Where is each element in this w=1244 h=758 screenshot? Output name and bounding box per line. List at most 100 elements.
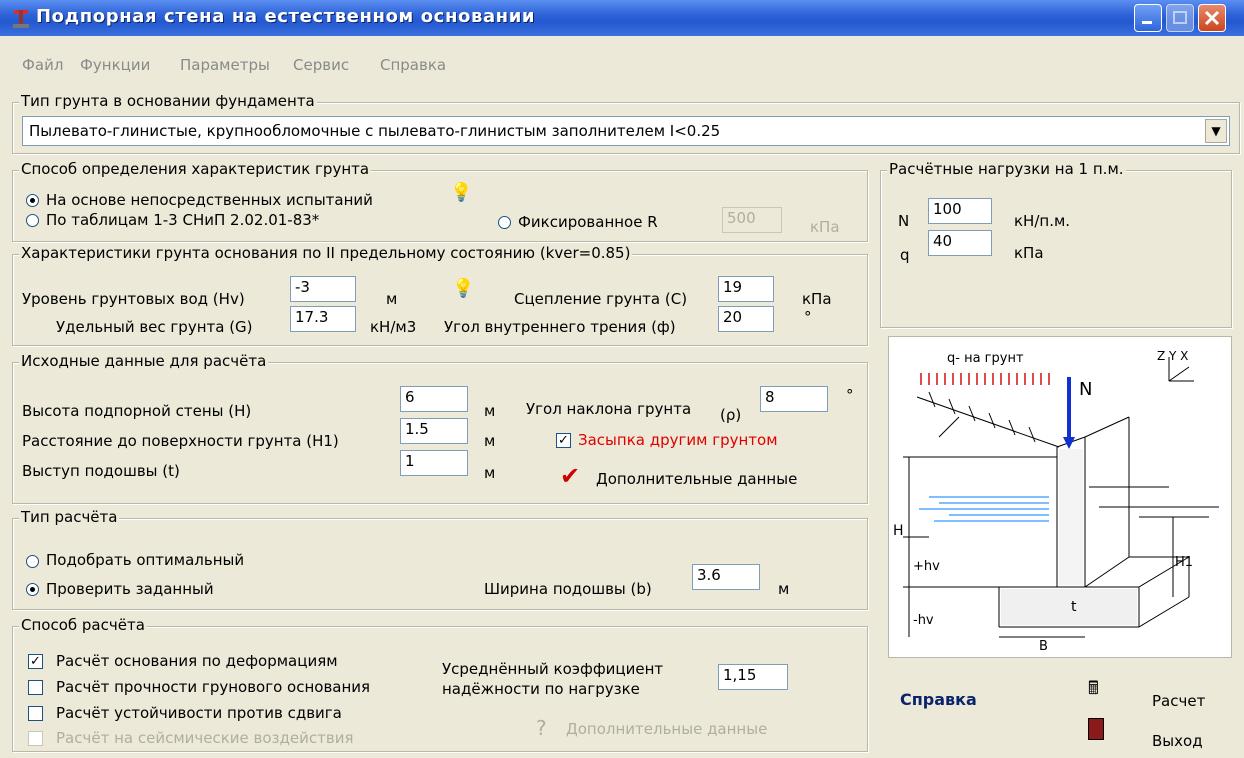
diagram-q-label: q- на грунт (947, 351, 1024, 366)
diagram-hv-plus-label: +hv (913, 559, 940, 574)
diagram-hv-minus-label: -hv (913, 613, 934, 628)
calc-method-group-label: Способ расчёта (19, 616, 147, 634)
b-unit: м (778, 580, 790, 598)
help-link[interactable]: Справка (900, 690, 977, 709)
soil-type-value: Пылевато-глинистые, крупнообломочные с п… (29, 122, 721, 140)
b-input[interactable]: 3.6 (692, 564, 760, 590)
calc-radio-check[interactable] (26, 583, 39, 596)
diagram-n-label: N (1079, 379, 1093, 400)
soil-props-group-label: Характеристики грунта основания по II пр… (19, 244, 633, 262)
loads-group-label: Расчётные нагрузки на 1 п.м. (887, 160, 1126, 178)
method-opt2-label: По таблицам 1-3 СНиП 2.02.01-83* (46, 211, 320, 229)
q-input[interactable]: 40 (928, 230, 992, 256)
checkmark-icon: ✔ (560, 462, 581, 490)
rho-label: Угол наклона грунта (526, 400, 692, 418)
rho-unit: ° (846, 386, 854, 404)
lightbulb-icon[interactable]: 💡 (450, 182, 472, 203)
c-unit: кПа (802, 290, 832, 308)
calc-opt2-label: Проверить заданный (46, 580, 214, 598)
soil-type-group-label: Тип грунта в основании фундамента (19, 92, 317, 110)
retaining-wall-diagram: q- на грунт N Z Y X H +hv -hv H1 t B (888, 336, 1232, 658)
extra-data-disabled-link: Дополнительные данные (566, 720, 768, 738)
calc-radio-optimal[interactable] (26, 555, 39, 568)
h-input[interactable]: 6 (400, 386, 468, 412)
menu-file[interactable]: Файл (22, 56, 63, 74)
hv-input[interactable]: -3 (290, 276, 356, 302)
menu-service[interactable]: Сервис (293, 56, 349, 74)
method-radio-tables[interactable] (26, 214, 39, 227)
b-label: Ширина подошвы (b) (484, 580, 652, 598)
input-data-group-label: Исходные данные для расчёта (19, 352, 269, 370)
h1-label: Расстояние до поверхности грунта (H1) (22, 432, 339, 450)
hv-label: Уровень грунтовых вод (Hv) (22, 290, 245, 308)
app-icon (10, 6, 32, 30)
deformation-checkbox[interactable]: ✓ (28, 654, 43, 669)
exit-button[interactable]: Выход (1152, 732, 1203, 750)
diagram-axes-label: Z Y X (1157, 349, 1189, 363)
g-label: Удельный вес грунта (G) (56, 318, 253, 336)
coef-label-line1: Усреднённый коэффициент (442, 660, 664, 678)
method-group-label: Способ определения характеристик грунта (19, 160, 372, 178)
backfill-checkbox[interactable]: ✓ (556, 433, 571, 448)
c-label: Сцепление грунта (C) (514, 290, 688, 308)
rho-symbol: (ρ) (720, 406, 742, 424)
h-label: Высота подпорной стены (H) (22, 402, 252, 420)
fixed-r-unit: кПа (810, 218, 840, 236)
diagram-t-label: t (1071, 599, 1077, 615)
shear-checkbox[interactable] (28, 706, 43, 721)
h-unit: м (484, 402, 496, 420)
minimize-button[interactable] (1134, 4, 1162, 32)
method-opt3-label: Фиксированное R (518, 213, 658, 231)
menu-help[interactable]: Справка (380, 56, 446, 74)
phi-unit: ° (804, 308, 812, 326)
n-input[interactable]: 100 (928, 198, 992, 224)
question-icon: ? (536, 716, 547, 740)
coef-label-line2: надёжности по нагрузке (442, 680, 640, 698)
extra-data-link[interactable]: Дополнительные данные (596, 470, 797, 488)
strength-label: Расчёт прочности грунового основания (56, 678, 371, 696)
soil-type-select[interactable]: Пылевато-глинистые, крупнообломочные с п… (22, 116, 1230, 146)
exit-door-icon[interactable] (1088, 718, 1104, 740)
calc-button[interactable]: Расчет (1152, 692, 1205, 710)
diagram-h-label: H (893, 523, 904, 539)
rho-input[interactable]: 8 (760, 386, 828, 412)
close-button[interactable] (1198, 4, 1226, 32)
hv-unit: м (386, 290, 398, 308)
chevron-down-icon[interactable]: ▼ (1205, 119, 1227, 143)
menu-functions[interactable]: Функции (80, 56, 150, 74)
method-opt1-label: На основе непосредственных испытаний (46, 191, 373, 209)
deformation-label: Расчёт основания по деформациям (56, 652, 338, 670)
phi-label: Угол внутреннего трения (ф) (444, 318, 676, 336)
lightbulb-icon[interactable]: 💡 (452, 278, 474, 299)
q-unit: кПа (1014, 244, 1044, 262)
g-unit: кН/м3 (370, 318, 417, 336)
seismic-checkbox (28, 731, 43, 746)
n-label: N (898, 212, 910, 230)
strength-checkbox[interactable] (28, 680, 43, 695)
calc-type-group-label: Тип расчёта (19, 508, 120, 526)
n-unit: кН/п.м. (1014, 212, 1071, 230)
t-label: Выступ подошвы (t) (22, 462, 180, 480)
method-radio-fixed-r[interactable] (498, 216, 511, 229)
q-label: q (900, 246, 910, 264)
shear-label: Расчёт устойчивости против сдвига (56, 704, 342, 722)
calc-opt1-label: Подобрать оптимальный (46, 551, 245, 569)
h1-unit: м (484, 432, 496, 450)
phi-input[interactable]: 20 (718, 306, 774, 332)
diagram-h1-label: H1 (1175, 555, 1194, 570)
t-input[interactable]: 1 (400, 450, 468, 476)
c-input[interactable]: 19 (718, 276, 774, 302)
method-radio-tests[interactable] (26, 194, 39, 207)
maximize-button[interactable] (1166, 4, 1194, 32)
seismic-label: Расчёт на сейсмические воздействия (56, 729, 354, 747)
t-unit: м (484, 464, 496, 482)
backfill-label[interactable]: Засыпка другим грунтом (578, 431, 778, 449)
window-title: Подпорная стена на естественном основани… (36, 6, 536, 27)
g-input[interactable]: 17.3 (290, 306, 356, 332)
menu-parameters[interactable]: Параметры (180, 56, 270, 74)
h1-input[interactable]: 1.5 (400, 418, 468, 444)
calculator-icon[interactable]: 🖩 (1088, 676, 1099, 706)
fixed-r-input[interactable]: 500 (722, 207, 782, 233)
diagram-b-label: B (1039, 639, 1048, 654)
coef-input[interactable]: 1,15 (718, 664, 788, 690)
